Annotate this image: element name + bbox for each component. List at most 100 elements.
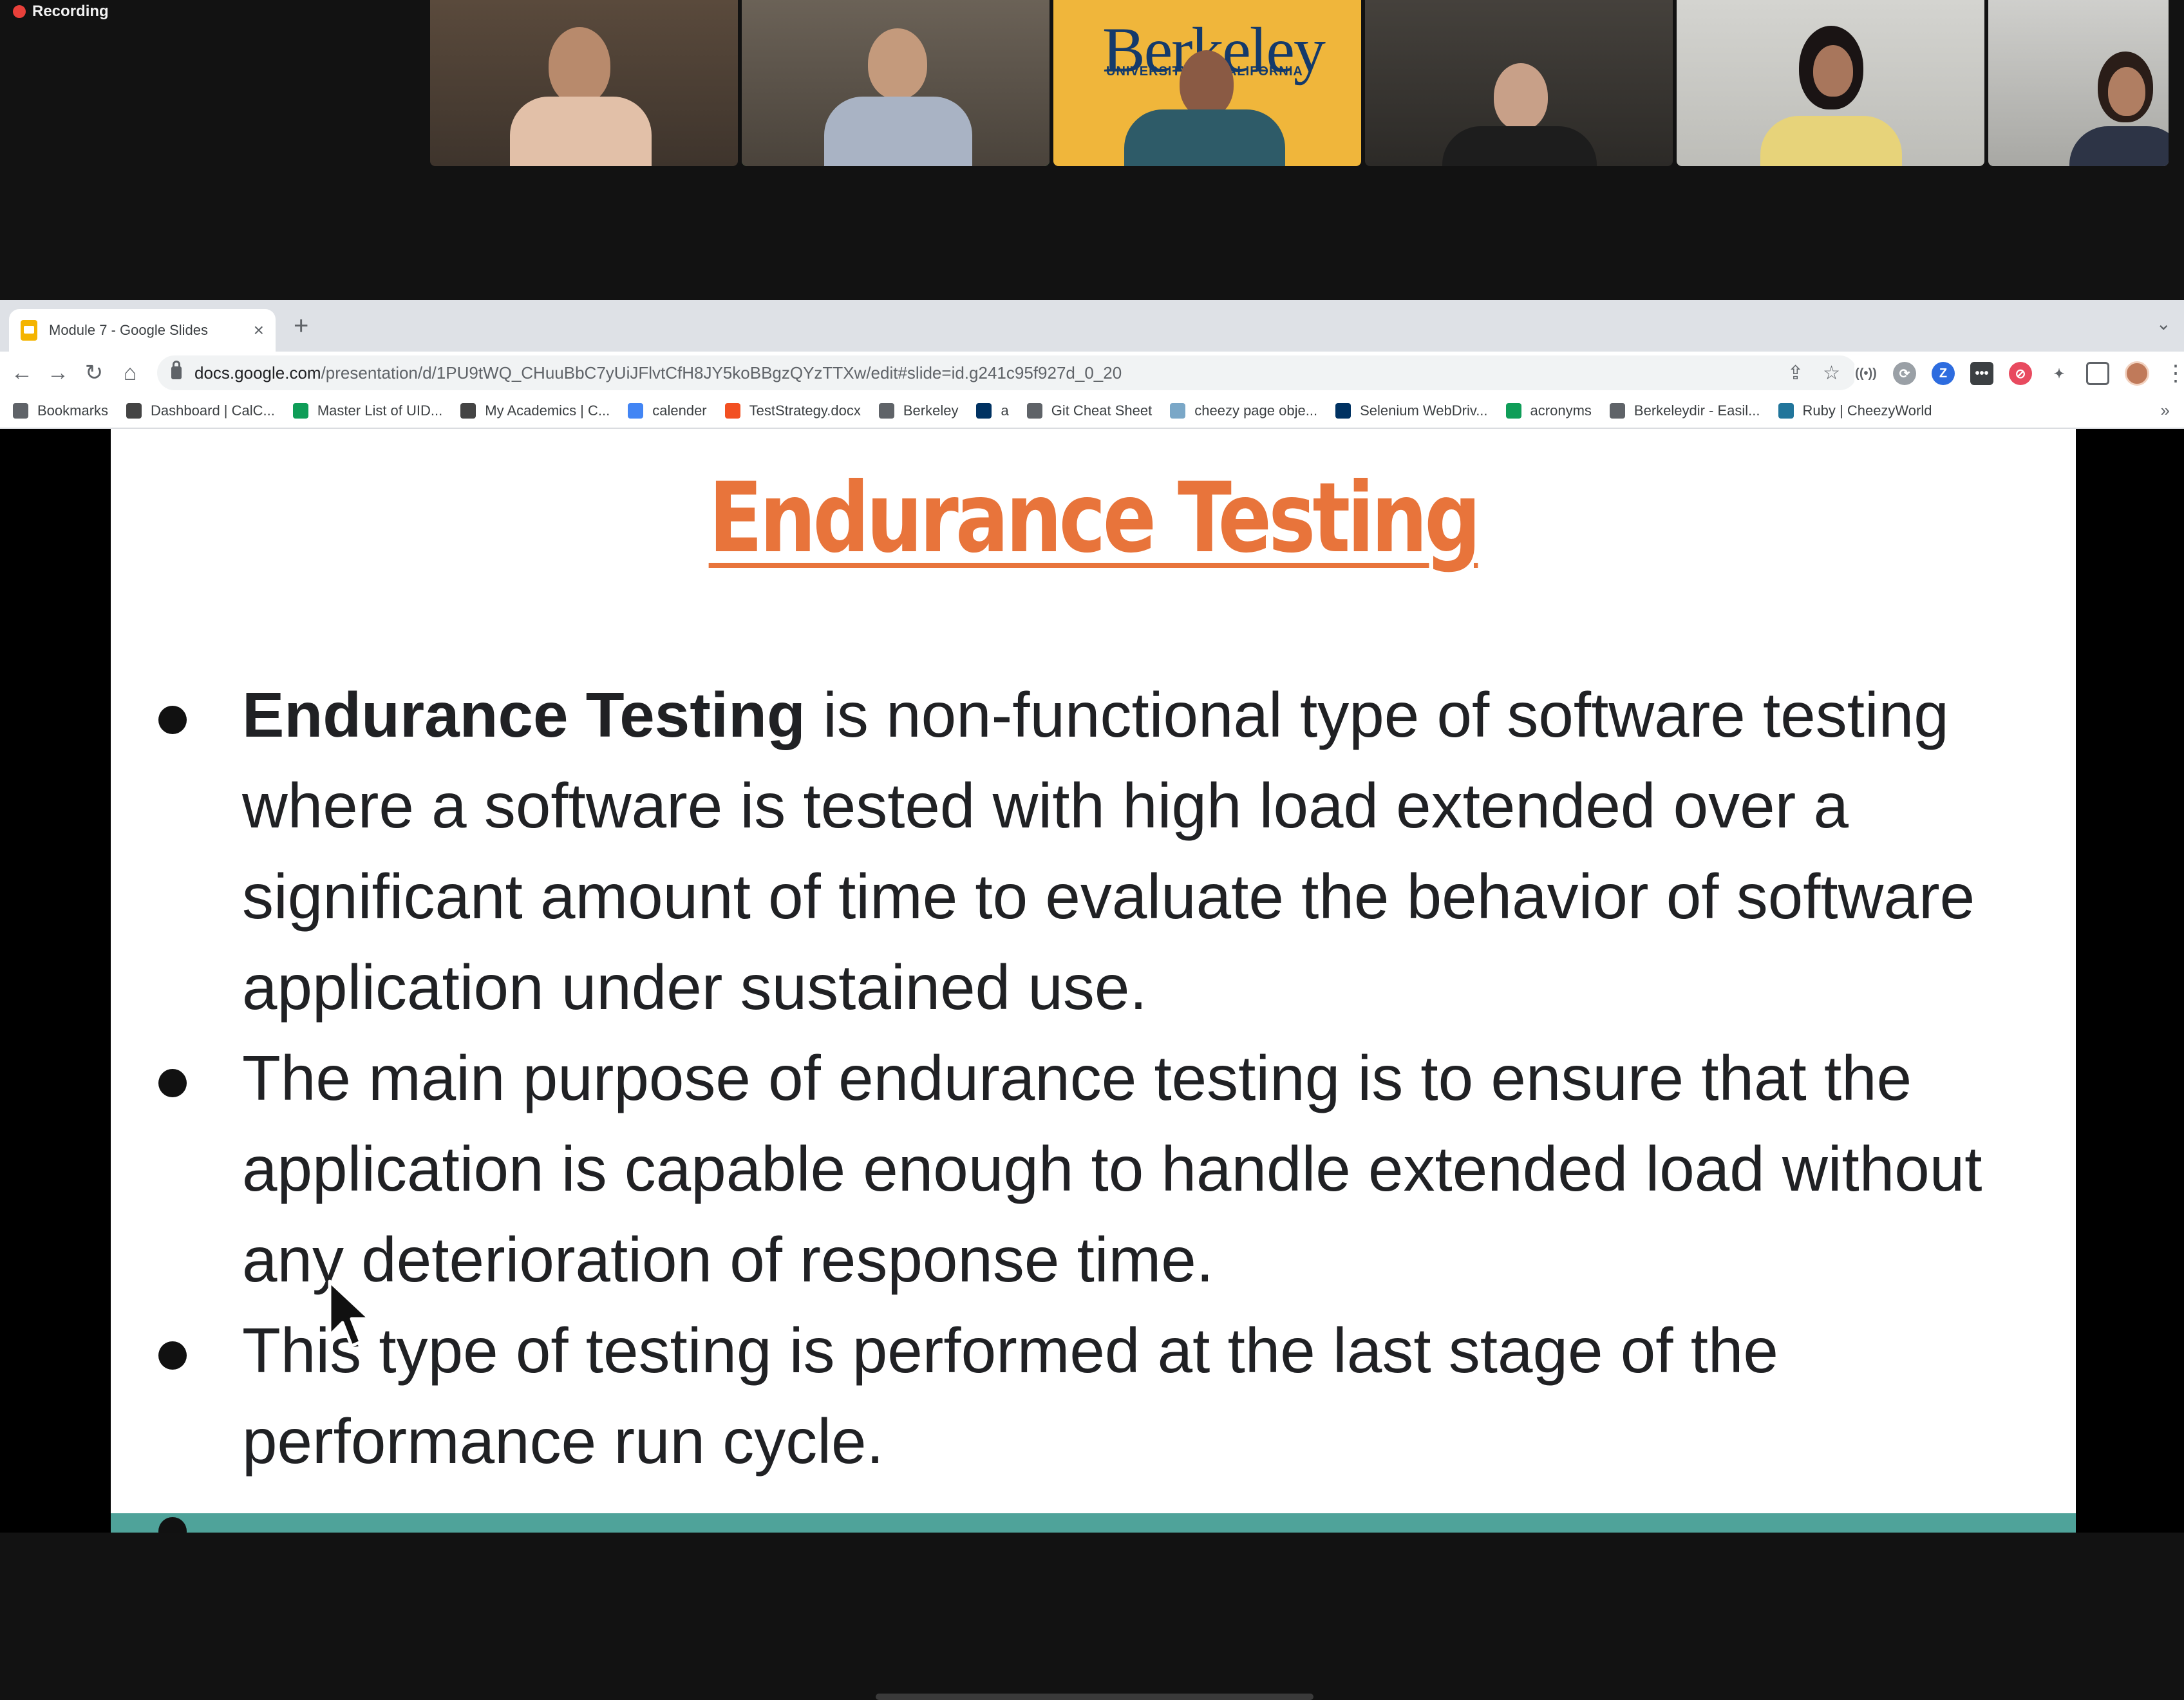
recording-label: Recording <box>32 3 109 20</box>
share-icon[interactable]: ⇪ <box>1787 362 1803 384</box>
bookmark-icon <box>1026 403 1042 419</box>
sync-icon[interactable]: ⟳ <box>1893 362 1916 385</box>
bookmark-item[interactable]: Selenium WebDriv... <box>1335 402 1488 419</box>
url-text[interactable]: docs.google.com/presentation/d/1PU9tWQ_C… <box>194 363 1122 383</box>
close-tab-icon[interactable]: × <box>254 320 264 341</box>
record-icon <box>13 5 26 18</box>
windows-icon <box>724 403 740 419</box>
side-panel-icon[interactable] <box>2086 362 2109 385</box>
bullet-dot-icon <box>158 1341 187 1370</box>
extensions-puzzle-icon[interactable]: ✦ <box>2048 362 2071 385</box>
sheets-icon <box>1505 403 1521 419</box>
c-logo-icon <box>126 403 142 419</box>
participant-tile[interactable]: Berkeley UNIVERSITY OF CALIFORNIA <box>1053 0 1361 166</box>
back-button[interactable]: ← <box>4 361 40 386</box>
bookmark-label: Master List of UID... <box>317 402 443 419</box>
tab-google-slides[interactable]: Module 7 - Google Slides × <box>9 309 276 352</box>
tab-strip: Module 7 - Google Slides × + ⌄ <box>0 300 2184 352</box>
lock-icon[interactable] <box>171 361 182 379</box>
participant-tile[interactable] <box>1365 0 1673 166</box>
slide-viewport: Endurance Testing Endurance Testing is n… <box>0 429 2184 1533</box>
bookmark-item[interactable]: TestStrategy.docx <box>724 402 861 419</box>
bookmark-label: TestStrategy.docx <box>749 402 861 419</box>
bullet-text: The main purpose of endurance testing is… <box>242 1043 1982 1295</box>
bookmark-item[interactable]: Berkeley <box>878 402 959 419</box>
bullet-bold-term: Endurance Testing <box>242 679 805 750</box>
recording-indicator: Recording <box>13 3 109 21</box>
c-logo-icon <box>460 403 476 419</box>
bookmark-label: calender <box>652 402 707 419</box>
participant-tile[interactable] <box>1677 0 1984 166</box>
sheets-icon <box>292 403 308 419</box>
bookmark-item[interactable]: Dashboard | CalC... <box>126 402 275 419</box>
screen: Recording Berkeley UNIVERSITY OF CALIFOR… <box>0 0 2184 1700</box>
bookmark-item[interactable]: Master List of UID... <box>292 402 443 419</box>
slide-title: Endurance Testing <box>708 462 1482 574</box>
calendar-icon <box>628 403 644 419</box>
bookmark-label: Selenium WebDriv... <box>1360 402 1488 419</box>
folder-icon <box>878 403 894 419</box>
mouse-cursor-icon <box>328 1280 372 1348</box>
bookmark-item[interactable]: acronyms <box>1505 402 1592 419</box>
extension-toolbar: ((•)) ⟳ Z ••• ⊘ ✦ ⋮ <box>1854 361 2184 386</box>
cal-icon <box>976 403 992 419</box>
bookmark-item[interactable]: Bookmarks <box>13 402 108 419</box>
reload-button[interactable]: ↻ <box>76 360 112 386</box>
bookmark-label: cheezy page obje... <box>1194 402 1318 419</box>
bookmark-item[interactable]: a <box>976 402 1009 419</box>
participant-tile-active-speaker[interactable] <box>742 0 1050 166</box>
forward-button[interactable]: → <box>40 361 76 386</box>
bookmark-item[interactable]: Berkeleydir - Easil... <box>1609 402 1760 419</box>
cast-icon[interactable]: ((•)) <box>1854 362 1878 385</box>
tab-title: Module 7 - Google Slides <box>49 322 209 338</box>
zoom-extension-icon[interactable]: Z <box>1932 362 1955 385</box>
password-manager-icon[interactable]: ••• <box>1970 362 1993 385</box>
bullet-text: This type of testing is performed at the… <box>242 1315 1778 1477</box>
presentation-slide: Endurance Testing Endurance Testing is n… <box>111 429 2076 1533</box>
bookmark-label: Berkeleydir - Easil... <box>1633 402 1760 419</box>
bookmark-item[interactable]: calender <box>628 402 707 419</box>
new-tab-button[interactable]: + <box>294 312 308 341</box>
star-icon <box>13 403 28 419</box>
cal-icon <box>1335 403 1351 419</box>
participant-tile[interactable] <box>430 0 738 166</box>
meeting-bottom-area <box>0 1533 2184 1700</box>
participant-video-strip: Berkeley UNIVERSITY OF CALIFORNIA <box>430 0 2184 166</box>
bookmark-item[interactable]: My Academics | C... <box>460 402 610 419</box>
bookmark-label: My Academics | C... <box>485 402 610 419</box>
bookmark-item[interactable]: Git Cheat Sheet <box>1026 402 1153 419</box>
cheezy-icon <box>1170 403 1186 419</box>
bookmark-label: Ruby | CheezyWorld <box>1802 402 1932 419</box>
home-button[interactable]: ⌂ <box>112 361 148 386</box>
adblock-icon[interactable]: ⊘ <box>2009 362 2032 385</box>
globe-icon <box>1609 403 1625 419</box>
wordpress-icon <box>1778 403 1794 419</box>
bookmark-label: a <box>1001 402 1009 419</box>
more-bookmarks-icon[interactable]: » <box>2161 401 2170 420</box>
participant-tile[interactable] <box>1988 0 2169 166</box>
bullet-dot-icon <box>158 706 187 734</box>
tab-search-icon[interactable]: ⌄ <box>2156 313 2171 334</box>
scrollbar-thumb[interactable] <box>876 1694 1313 1700</box>
profile-avatar[interactable] <box>2125 361 2149 386</box>
bookmark-label: acronyms <box>1530 402 1592 419</box>
bullet-item-1: Endurance Testing is non-functional type… <box>111 670 2076 1033</box>
bullet-item-3: This type of testing is performed at the… <box>111 1305 2076 1487</box>
browser-toolbar: ← → ↻ ⌂ docs.google.com/presentation/d/1… <box>0 352 2184 394</box>
address-bar-actions: ⇪ ☆ <box>1787 362 1840 384</box>
bookmark-star-icon[interactable]: ☆ <box>1823 362 1840 384</box>
browser-menu-icon[interactable]: ⋮ <box>2165 361 2184 386</box>
bookmark-label: Bookmarks <box>37 402 109 419</box>
bookmark-label: Berkeley <box>903 402 959 419</box>
slide-bullet-list: Endurance Testing is non-functional type… <box>111 670 2076 1487</box>
bookmark-item[interactable]: Ruby | CheezyWorld <box>1778 402 1932 419</box>
bullet-dot-icon <box>158 1069 187 1097</box>
bookmark-label: Dashboard | CalC... <box>151 402 275 419</box>
google-slides-icon <box>21 320 37 341</box>
bookmarks-bar: Bookmarks Dashboard | CalC... Master List … <box>0 394 2184 429</box>
address-bar[interactable]: docs.google.com/presentation/d/1PU9tWQ_C… <box>157 355 1857 390</box>
slide-footer-bar <box>111 1513 2076 1533</box>
bullet-item-2: The main purpose of endurance testing is… <box>111 1033 2076 1305</box>
bookmark-label: Git Cheat Sheet <box>1051 402 1153 419</box>
bookmark-item[interactable]: cheezy page obje... <box>1170 402 1317 419</box>
